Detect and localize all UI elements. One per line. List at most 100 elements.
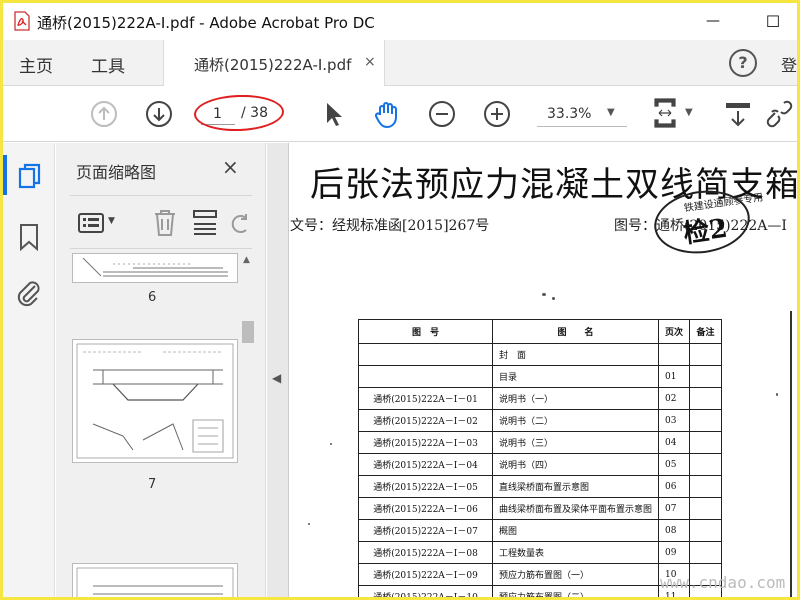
zoom-in-icon[interactable] xyxy=(482,99,512,129)
maximize-button[interactable]: ☐ xyxy=(753,7,793,35)
row-note xyxy=(689,409,723,432)
panel-title: 页面缩略图 xyxy=(76,163,157,182)
row-note xyxy=(689,431,723,454)
row-name: 说明书（一） xyxy=(491,387,660,410)
stamp-main-text: 检2 xyxy=(681,213,730,250)
minimize-icon: — xyxy=(706,13,720,29)
tab-document[interactable]: 通桥(2015)222A-I.pdf × xyxy=(163,40,385,86)
tab-tools[interactable]: 工具 xyxy=(91,52,125,77)
row-note xyxy=(689,475,723,498)
row-page: 01 xyxy=(658,365,691,388)
next-page-icon[interactable] xyxy=(144,99,174,129)
chevron-down-icon[interactable]: ▼ xyxy=(685,107,693,118)
thumbnail-page-7[interactable] xyxy=(72,339,238,463)
scan-speck xyxy=(776,393,778,396)
thumbnail-page-number: 7 xyxy=(148,477,157,492)
prev-page-icon[interactable] xyxy=(89,99,119,129)
row-name: 说明书（四） xyxy=(491,453,660,476)
hand-tool-icon[interactable] xyxy=(372,99,402,129)
minimize-button[interactable]: — xyxy=(693,7,733,35)
extract-pages-icon[interactable] xyxy=(192,208,218,238)
row-note xyxy=(689,497,723,520)
column-header-note: 备注 xyxy=(689,319,723,344)
row-page xyxy=(658,343,691,366)
help-icon[interactable]: ? xyxy=(729,49,757,77)
row-note xyxy=(689,453,723,476)
page-thumbnails-icon[interactable] xyxy=(17,163,43,191)
row-page: 02 xyxy=(658,387,691,410)
zoom-out-icon[interactable] xyxy=(427,99,457,129)
row-name: 预应力筋布置图（二） xyxy=(491,585,660,597)
close-panel-icon[interactable]: × xyxy=(222,155,239,179)
row-name: 曲线梁桥面布置及梁体平面布置示意图 xyxy=(491,497,660,520)
row-number: 通桥(2015)222A－I－03 xyxy=(358,431,493,454)
row-name: 封 面 xyxy=(491,343,660,366)
select-arrow-icon[interactable] xyxy=(318,99,348,129)
row-page: 05 xyxy=(658,453,691,476)
row-number: 通桥(2015)222A－I－05 xyxy=(358,475,493,498)
rotate-page-icon[interactable] xyxy=(230,210,252,236)
delete-page-icon[interactable] xyxy=(152,208,178,238)
document-view[interactable]: 后张法预应力混凝土双线简支箱梁 文号：经规标准函[2015]267号 图号：通桥… xyxy=(290,143,797,597)
maximize-icon: ☐ xyxy=(765,11,781,31)
row-name: 说明书（二） xyxy=(491,409,660,432)
title-bar: 通桥(2015)222A-I.pdf - Adobe Acrobat Pro D… xyxy=(3,3,797,40)
attachment-icon[interactable] xyxy=(15,277,43,307)
page-border-line xyxy=(790,311,792,597)
scroll-mode-icon[interactable] xyxy=(723,99,753,129)
row-note xyxy=(689,365,723,388)
chevron-down-icon[interactable]: ▼ xyxy=(108,216,115,226)
document-tab-label: 通桥(2015)222A-I.pdf xyxy=(194,56,352,74)
scan-speck xyxy=(330,443,332,445)
thumbnail-drawing xyxy=(76,343,234,459)
thumbnails-panel: 页面缩略图 × ▼ 6 7 ▲ xyxy=(56,143,266,597)
row-name: 目录 xyxy=(491,365,660,388)
row-note xyxy=(689,541,723,564)
row-number: 通桥(2015)222A－I－07 xyxy=(358,519,493,542)
tab-home[interactable]: 主页 xyxy=(19,52,53,77)
row-page: 09 xyxy=(658,541,691,564)
row-page: 03 xyxy=(658,409,691,432)
scrollbar-thumb[interactable] xyxy=(242,321,254,343)
share-link-icon[interactable] xyxy=(763,99,793,129)
close-tab-icon[interactable]: × xyxy=(364,54,376,70)
scan-speck xyxy=(542,293,546,296)
row-page: 08 xyxy=(658,519,691,542)
bookmark-icon[interactable] xyxy=(18,223,40,251)
window-title: 通桥(2015)222A-I.pdf - Adobe Acrobat Pro D… xyxy=(37,14,375,32)
collapse-panel-icon[interactable]: ◀ xyxy=(272,371,281,385)
table-row: 封 面 xyxy=(358,343,723,366)
site-watermark: www.cndao.com xyxy=(660,573,786,592)
options-list-icon[interactable] xyxy=(78,212,104,234)
thumbnail-drawing xyxy=(76,567,234,597)
drawing-index-table: 图 号 图 名 页次 备注 封 面 目录 01 通桥(2015)222A－I－01… xyxy=(358,319,723,597)
scroll-up-icon[interactable]: ▲ xyxy=(243,255,250,265)
row-name: 直线梁桥面布置示意图 xyxy=(491,475,660,498)
row-name: 工程数量表 xyxy=(491,541,660,564)
acrobat-app-icon xyxy=(14,11,30,31)
table-row: 通桥(2015)222A－I－05 直线梁桥面布置示意图 06 xyxy=(358,475,723,498)
thumbnail-page-6[interactable] xyxy=(72,253,238,283)
page-highlight-annotation xyxy=(193,93,285,133)
main-toolbar: 1 / 38 33.3% ▼ ▼ xyxy=(3,87,797,142)
row-name: 说明书（三） xyxy=(491,431,660,454)
thumbnail-scrollbar[interactable]: ▲ xyxy=(240,253,256,597)
column-header-number: 图 号 xyxy=(358,319,493,344)
row-note xyxy=(689,343,723,366)
sign-in-link[interactable]: 登 xyxy=(781,52,797,76)
row-number: 通桥(2015)222A－I－10 xyxy=(358,585,493,597)
row-page: 04 xyxy=(658,431,691,454)
panel-collapse-strip[interactable]: ◀ xyxy=(267,143,289,597)
fit-page-icon[interactable] xyxy=(653,97,679,129)
table-row: 通桥(2015)222A－I－08 工程数量表 09 xyxy=(358,541,723,564)
thumbnail-page-8[interactable] xyxy=(72,563,238,597)
chevron-down-icon[interactable]: ▼ xyxy=(607,107,615,118)
table-row: 通桥(2015)222A－I－03 说明书（三） 04 xyxy=(358,431,723,454)
scan-speck xyxy=(552,297,555,300)
thumbnail-list: 6 7 xyxy=(56,253,266,597)
table-row: 通桥(2015)222A－I－02 说明书（二） 03 xyxy=(358,409,723,432)
document-reference: 文号：经规标准函[2015]267号 xyxy=(290,218,490,234)
tab-bar: 主页 工具 通桥(2015)222A-I.pdf × ? 登 xyxy=(3,40,797,86)
panel-toolbar: ▼ xyxy=(70,195,252,249)
scan-speck xyxy=(308,523,310,525)
